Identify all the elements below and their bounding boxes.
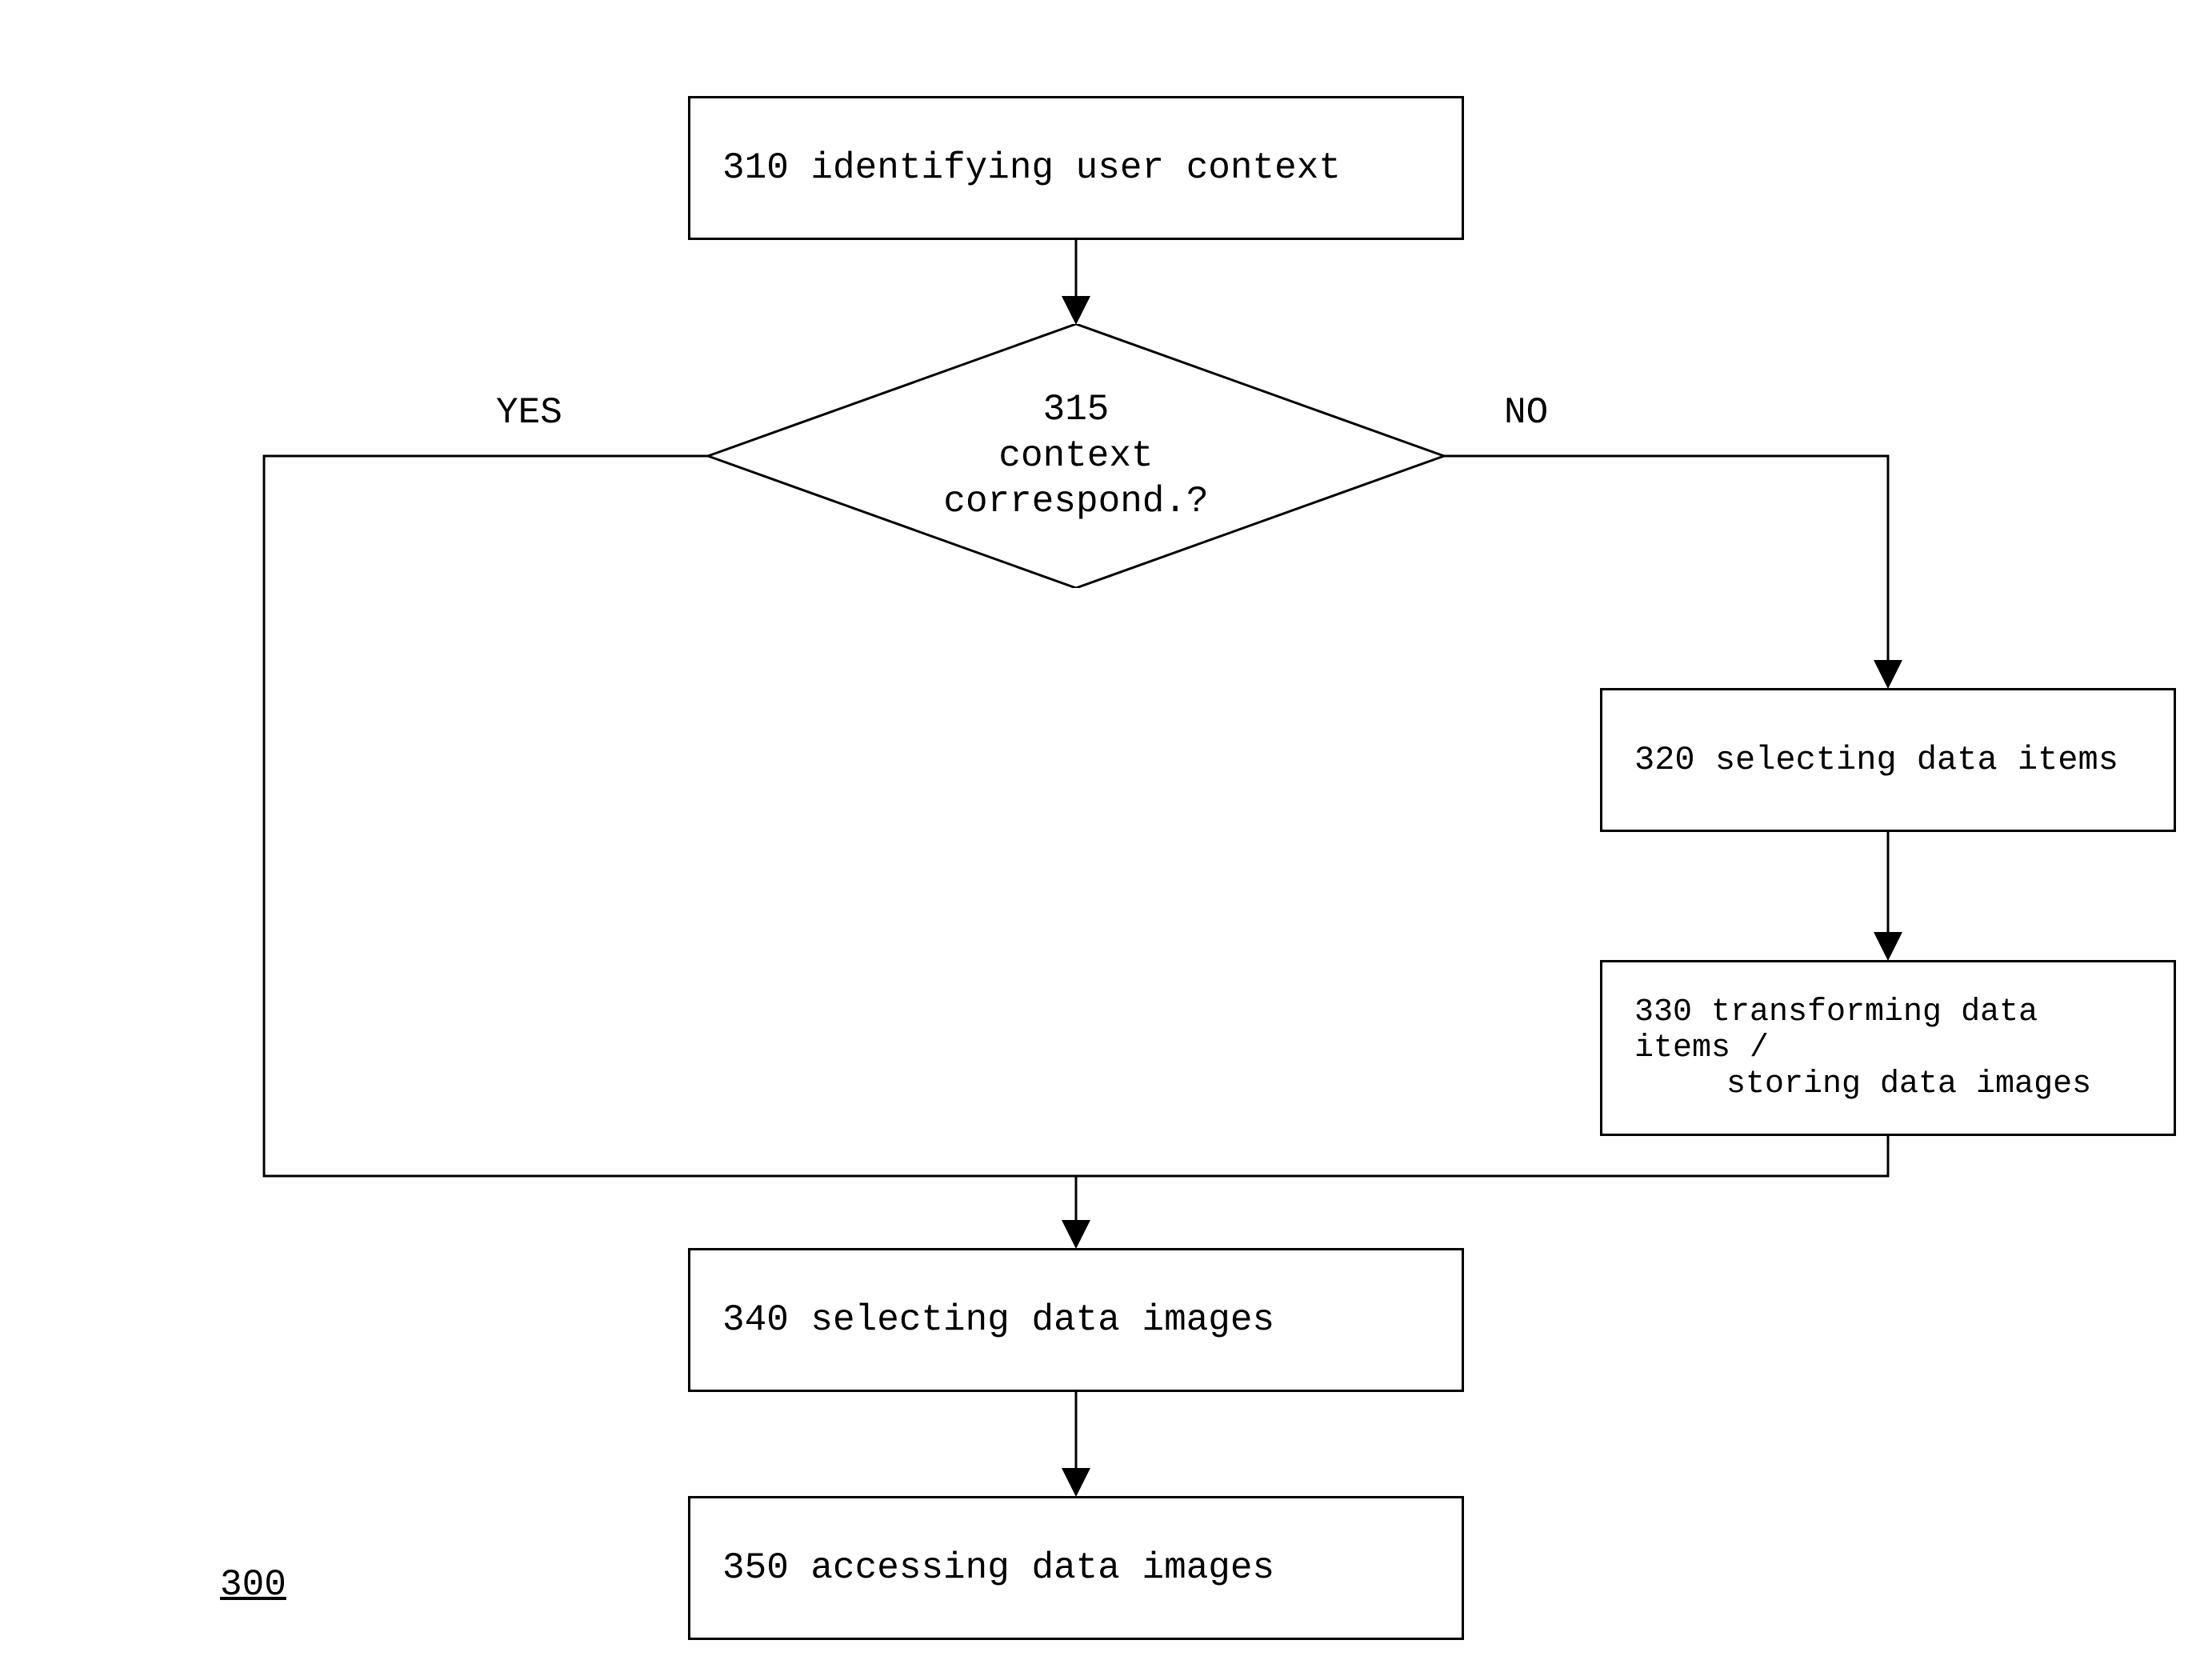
decision-no-label: NO: [1504, 392, 1548, 434]
decision-315-line2: context: [943, 433, 1208, 479]
process-340-selecting-data-images: 340 selecting data images: [688, 1248, 1464, 1392]
process-330-line1: 330 transforming data items /: [1634, 994, 2142, 1066]
process-310-identifying-user-context: 310 identifying user context: [688, 96, 1464, 240]
decision-315-context-correspond: 315 context correspond.?: [708, 324, 1444, 588]
process-350-accessing-data-images: 350 accessing data images: [688, 1496, 1464, 1640]
decision-315-line1: 315: [943, 387, 1208, 434]
process-350-label: 350 accessing data images: [722, 1547, 1274, 1589]
process-310-label: 310 identifying user context: [722, 147, 1341, 189]
process-330-transforming-storing: 330 transforming data items / storing da…: [1600, 960, 2176, 1136]
process-320-label: 320 selecting data items: [1634, 741, 2118, 779]
flowchart-container: 310 identifying user context 315 context…: [0, 0, 2192, 1570]
decision-315-line3: correspond.?: [943, 479, 1208, 526]
process-330-line2: storing data images: [1634, 1066, 2091, 1102]
flowchart-connectors: [0, 0, 2192, 1680]
process-340-label: 340 selecting data images: [722, 1299, 1274, 1341]
process-320-selecting-data-items: 320 selecting data items: [1600, 688, 2176, 832]
decision-yes-label: YES: [496, 392, 562, 434]
decision-315-text: 315 context correspond.?: [943, 387, 1208, 526]
